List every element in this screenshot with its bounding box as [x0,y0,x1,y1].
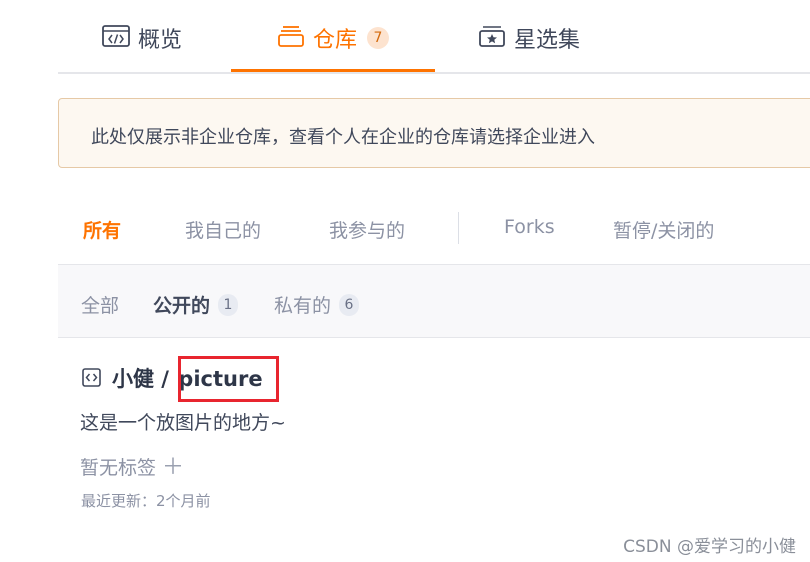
repo-last-updated: 最近更新：2个月前 [81,492,211,510]
visibility-public-label: 公开的 [153,295,211,317]
filter-forks[interactable]: Forks [504,216,555,238]
repo-tags: 暂无标签＋ [80,449,184,481]
no-tags-text: 暂无标签 [80,457,157,479]
code-window-icon [102,25,130,47]
filter-mine[interactable]: 我自己的 [185,216,261,243]
code-box-icon [82,368,101,387]
watermark: CSDN @爱学习的小健 [623,537,796,557]
owner-filter-bar: 所有 我自己的 我参与的 Forks 暂停/关闭的 [58,212,810,246]
filter-divider [458,212,459,244]
filter-participated[interactable]: 我参与的 [329,216,405,243]
tab-star-collections-label: 星选集 [514,28,581,53]
visibility-filter-bar: 全部 公开的 1 私有的 6 [58,264,810,338]
active-tab-indicator [231,69,435,72]
tab-overview-label: 概览 [138,28,183,53]
repo-owner-link[interactable]: 小健 [112,367,154,391]
visibility-private-label: 私有的 [274,295,332,317]
tab-repositories[interactable]: 仓库 7 [231,22,435,72]
filter-paused-closed[interactable]: 暂停/关闭的 [613,216,714,243]
tab-overview[interactable]: 概览 [102,22,182,70]
repo-path-separator: / [154,367,177,391]
repositories-count-badge: 7 [367,27,389,49]
notice-text: 此处仅展示非企业仓库，查看个人在企业的仓库请选择企业进入 [91,127,595,148]
filter-all[interactable]: 所有 [83,216,121,243]
public-count-badge: 1 [218,293,239,316]
private-count-badge: 6 [339,293,360,316]
visibility-all[interactable]: 全部 [81,291,119,318]
visibility-all-label: 全部 [81,295,120,317]
stack-icon [278,26,304,47]
visibility-public[interactable]: 公开的 1 [153,291,239,318]
repo-description: 这是一个放图片的地方~ [80,412,286,434]
enterprise-notice: 此处仅展示非企业仓库，查看个人在企业的仓库请选择企业进入 [58,98,810,168]
star-box-icon [479,26,505,47]
repo-title: 小健 / picture [112,363,265,393]
repo-name-link[interactable]: picture [176,367,264,391]
profile-tabs: 概览 仓库 7 星选集 [58,0,810,74]
tab-repositories-label: 仓库 [312,28,357,53]
visibility-private[interactable]: 私有的 6 [274,291,360,318]
tab-star-collections[interactable]: 星选集 [478,22,580,70]
add-tag-button[interactable]: ＋ [162,449,184,481]
